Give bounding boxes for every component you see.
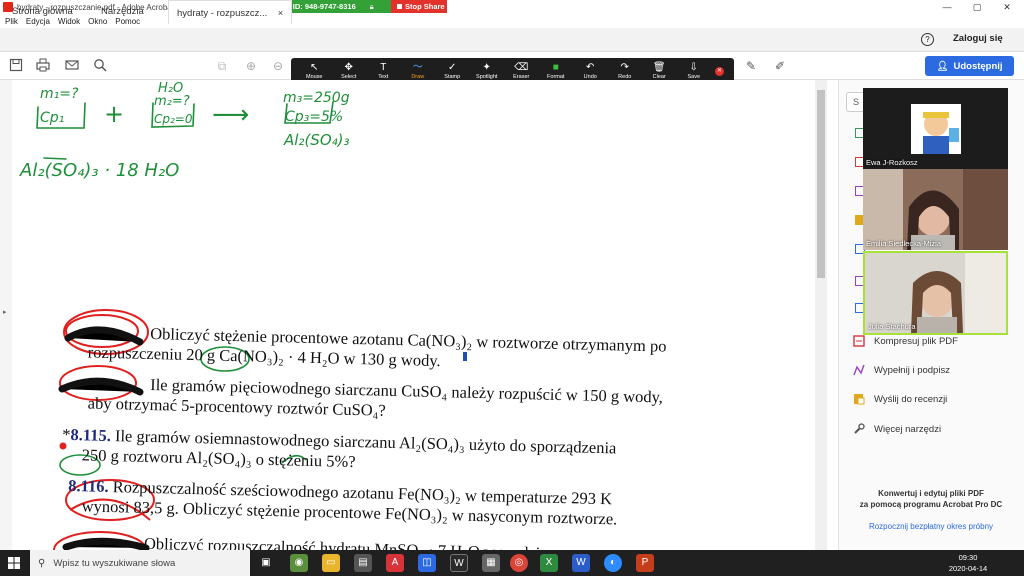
word-icon[interactable]: W xyxy=(572,554,590,572)
video-tile-ewa[interactable]: Ewa J-Rozkosz xyxy=(863,88,1008,169)
help-icon[interactable]: ? xyxy=(921,33,934,46)
tool-send-review[interactable]: Wyślij do recenzji xyxy=(852,390,947,408)
close-window-button[interactable]: ✕ xyxy=(992,0,1022,14)
video-tile-julia[interactable]: Julia Stachura xyxy=(863,251,1008,335)
hw-plus: + xyxy=(104,100,124,128)
add-user-icon: 👤︎ xyxy=(936,60,949,72)
calculator-icon[interactable]: ▦ xyxy=(482,554,500,572)
tool-more-tools[interactable]: Więcej narzędzi xyxy=(852,420,941,438)
stop-icon xyxy=(397,4,402,9)
windows-start-icon[interactable] xyxy=(8,557,20,572)
app-icon-6[interactable]: W xyxy=(450,554,468,572)
menu-bar: Plik Edycja Widok Okno Pomoc xyxy=(0,14,1024,28)
tools-icon xyxy=(852,422,866,436)
lock-icon: 🔒︎ xyxy=(369,1,374,11)
page-thumbnails-icon[interactable]: ⧉ xyxy=(214,58,230,74)
hw-m3: m₃=250g xyxy=(283,90,350,106)
tab-document[interactable]: hydraty - rozpuszcz... × xyxy=(168,0,293,24)
share-button[interactable]: 👤︎ Udostępnij xyxy=(925,56,1014,76)
page-down-icon[interactable]: ⊖ xyxy=(270,58,286,74)
mouse-icon: ↖ xyxy=(310,62,319,73)
hw-m1: m₁=? xyxy=(40,86,79,102)
stamp-icon: ✓ xyxy=(448,62,457,73)
excel-icon[interactable]: X xyxy=(540,554,558,572)
sign-icon xyxy=(852,363,866,377)
spotlight-icon: ✦ xyxy=(482,62,491,73)
draw-icon: 〜 xyxy=(412,62,423,73)
video-feed xyxy=(863,169,1008,250)
title-bar: hydraty - rozpuszczanie.pdf - Adobe Acro… xyxy=(0,0,1024,14)
tool-fill-sign[interactable]: Wypełnij i podpisz xyxy=(852,361,950,379)
participant-name: Emilia Siedlecka-Mizia xyxy=(866,239,942,248)
eraser-icon: ⌫ xyxy=(514,62,529,73)
pdf-document-view[interactable]: m₁=? Cp₁ + H₂O m₂=? Cp₂=0 ⟶ m₃=250g Cp₃=… xyxy=(0,80,815,550)
page-up-icon[interactable]: ⊕ xyxy=(243,58,259,74)
hw-al-product: Al₂(SO₄)₃ xyxy=(283,131,350,149)
problem-number: 8.116. xyxy=(68,476,109,496)
left-nav-strip[interactable]: ▸ xyxy=(0,80,12,550)
scroll-thumb[interactable] xyxy=(817,90,825,278)
hw-cp1: Cp₁ xyxy=(40,110,64,126)
promo-text: Konwertuj i edytuj pliki PDF za pomocą p… xyxy=(859,489,1003,509)
hw-cp2: Cp₂=0 xyxy=(154,112,193,126)
chrome-icon[interactable]: ◎ xyxy=(510,554,528,572)
app-icon-5[interactable]: ◫ xyxy=(418,554,436,572)
hw-arrow: ⟶ xyxy=(212,100,249,130)
maximize-button[interactable]: ▢ xyxy=(962,0,992,14)
hw-hydrate: Al₂(SO₄)₃ · 18 H₂O xyxy=(19,160,179,181)
select-icon: ✥ xyxy=(344,62,353,73)
save-icon: ⇩ xyxy=(689,62,698,73)
email-icon[interactable] xyxy=(64,58,80,74)
hw-cp3: Cp₃=5% xyxy=(285,109,343,125)
problem-number: 8.115. xyxy=(70,425,112,446)
app-icon-1[interactable]: ◉ xyxy=(290,554,308,572)
format-icon: ■ xyxy=(552,62,559,73)
zoom-search-icon[interactable] xyxy=(92,58,108,74)
print-icon[interactable] xyxy=(35,58,51,74)
avatar xyxy=(863,88,1008,169)
pen-sign-icon[interactable]: ✎ xyxy=(743,58,759,74)
participant-name: Ewa J-Rozkosz xyxy=(866,158,918,167)
file-explorer-icon[interactable]: ▭ xyxy=(322,554,340,572)
free-trial-link[interactable]: Rozpocznij bezpłatny okres próbny xyxy=(845,522,1017,531)
login-link[interactable]: Zaloguj się xyxy=(953,33,1003,44)
annotate-icon[interactable]: ✐ xyxy=(772,58,788,74)
acrobat-taskbar-icon[interactable]: A xyxy=(386,554,404,572)
tab-home[interactable]: Strona główna xyxy=(12,0,73,24)
tab-bar xyxy=(0,28,1024,52)
system-clock[interactable]: 09:30 2020-04-14 xyxy=(945,552,991,574)
close-tab-icon[interactable]: × xyxy=(278,8,283,18)
powerpoint-icon[interactable]: P xyxy=(636,554,654,572)
zoom-icon[interactable]: ◐ xyxy=(604,554,622,572)
expand-left-icon[interactable]: ▸ xyxy=(3,308,7,316)
redo-icon: ↷ xyxy=(620,62,629,73)
tab-tools[interactable]: Narzędzia xyxy=(101,0,144,24)
minimize-button[interactable]: — xyxy=(932,0,962,14)
taskbar-search-input[interactable]: ⚲ Wpisz tu wyszukiwane słowa xyxy=(30,550,250,576)
clear-icon: 🗑 xyxy=(652,62,666,73)
video-feed xyxy=(865,253,1006,333)
text-icon: T xyxy=(380,62,387,73)
task-view-icon[interactable]: ▣ xyxy=(257,554,275,572)
search-icon: ⚲ xyxy=(38,557,46,569)
tab-document-label: hydraty - rozpuszcz... xyxy=(177,8,268,19)
app-icon-3[interactable]: ▤ xyxy=(354,554,372,572)
stop-share-button[interactable]: Stop Share xyxy=(391,0,447,13)
compress-icon xyxy=(852,334,866,348)
save-icon[interactable] xyxy=(8,58,24,74)
undo-icon: ↶ xyxy=(586,62,595,73)
participant-name: Julia Stachura xyxy=(868,322,916,331)
hw-m2: m₂=? xyxy=(154,94,190,109)
close-annotation-icon[interactable]: ✕ xyxy=(715,67,724,76)
video-tile-emilia[interactable]: Emilia Siedlecka-Mizia xyxy=(863,169,1008,250)
review-icon xyxy=(852,392,866,406)
